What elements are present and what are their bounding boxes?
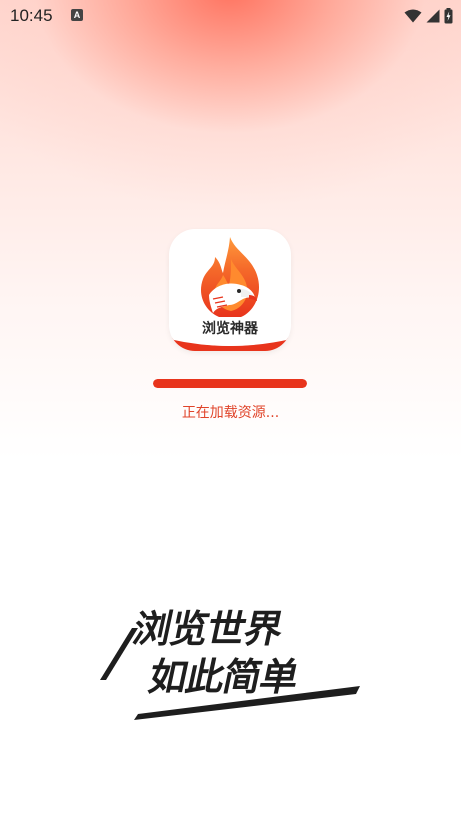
app-logo: 浏览神器 [169,229,291,351]
loading-progress-fill [153,379,307,388]
a-letter-icon: A [71,9,83,21]
status-time: 10:45 [10,6,53,25]
logo-text: 浏览神器 [202,320,259,337]
slogan-line-2: 如此简单 [145,655,303,700]
wifi-icon [404,9,422,23]
signal-icon [426,9,440,23]
status-icons [404,7,453,25]
slogan-line-1: 浏览世界 [129,607,288,652]
battery-icon [444,8,453,24]
flame-eagle-icon: 浏览神器 [169,237,291,351]
loading-status-text: 正在加载资源... [181,405,280,421]
loading-progress-bar [153,379,307,388]
slogan: 浏览世界 如此简单 [100,607,360,720]
status-bar: 10:45 A [0,0,461,32]
